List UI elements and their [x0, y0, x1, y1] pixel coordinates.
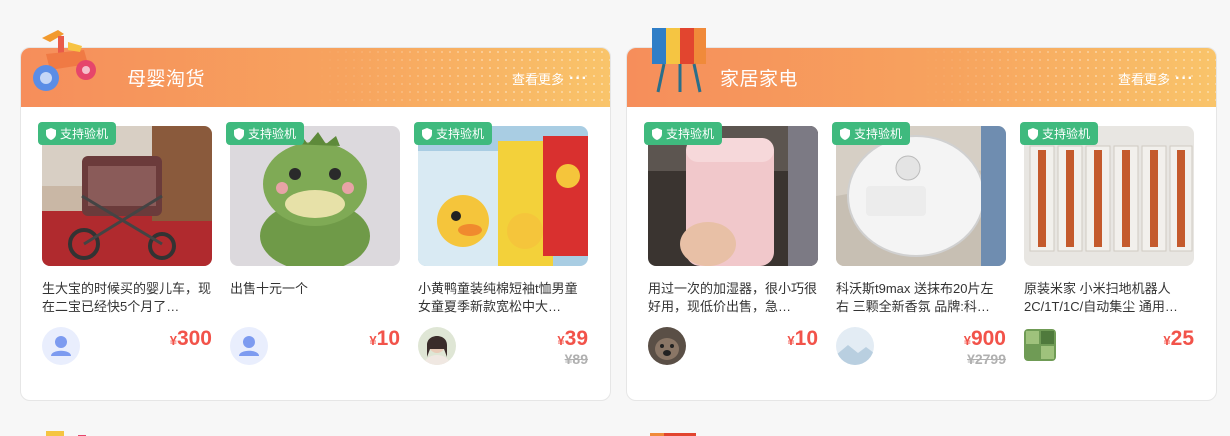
product-description: 生大宝的时候买的婴儿车，现在二宝已经快5个月了… [42, 281, 212, 314]
baby-stroller-photo [42, 126, 212, 266]
green-dinosaur-plush-photo [230, 126, 400, 266]
price-value: 10 [794, 327, 818, 350]
product-description: 科沃斯t9max 送抹布20片左右 三颗全新香氛 品牌:科… [836, 281, 994, 314]
currency-symbol: ¥ [169, 333, 177, 348]
product-card[interactable]: 支持验机 用过一次的加湿器，很小巧很好用，现低价出售，急… ¥10 [644, 122, 818, 367]
product-price: ¥25 [1163, 327, 1194, 351]
product-card[interactable]: 支持验机 原装米家 小米扫地机器人2C/1T/1C/自动集尘 通用… ¥25 [1020, 122, 1194, 367]
currency-symbol: ¥ [1163, 333, 1171, 348]
price-value: 39 [564, 327, 588, 350]
more-dots-icon: ··· [1175, 69, 1194, 87]
product-card[interactable]: 支持验机 小黄鸭童装纯棉短袖t恤男童女童夏季新款宽松中大… ¥39 ¥89 [414, 122, 588, 367]
product-list: 支持验机 生大宝的时候买的婴儿车，现在二宝已经快5个月了… ¥300 支持验机 … [38, 122, 588, 367]
section-header: 母婴淘货 查看更多 ··· [21, 48, 610, 107]
product-price: ¥900 ¥2799 [964, 327, 1006, 367]
see-more-label: 查看更多 [1118, 72, 1171, 87]
currency-symbol: ¥ [557, 333, 565, 348]
girl-photo-avatar[interactable] [418, 327, 456, 365]
product-card[interactable]: 支持验机 生大宝的时候买的婴儿车，现在二宝已经快5个月了… ¥300 [38, 122, 212, 367]
product-card[interactable]: 支持验机 出售十元一个 ¥10 [226, 122, 400, 367]
tricycle-toy-icon [28, 24, 100, 96]
shield-icon [652, 127, 662, 140]
currency-symbol: ¥ [369, 333, 377, 348]
floor-lamp-icon [650, 24, 708, 94]
currency-symbol: ¥ [787, 333, 795, 348]
price-value: 10 [376, 327, 400, 350]
product-price: ¥300 [170, 327, 212, 351]
default-user-avatar[interactable] [230, 327, 268, 365]
badge-label: 支持验机 [60, 127, 109, 141]
product-price: ¥10 [369, 327, 400, 351]
badge-label: 支持验机 [1042, 127, 1091, 141]
currency-symbol: ¥ [963, 333, 971, 348]
dog-photo-avatar[interactable] [648, 327, 686, 365]
product-description: 出售十元一个 [230, 281, 309, 296]
inspection-badge: 支持验机 [644, 122, 723, 145]
badge-label: 支持验机 [248, 127, 297, 141]
section-title: 母婴淘货 [127, 69, 206, 90]
product-price: ¥39 ¥89 [557, 327, 588, 367]
pink-humidifier-photo [648, 126, 818, 266]
inspection-badge: 支持验机 [38, 122, 117, 145]
shield-icon [46, 127, 56, 140]
see-more-label: 查看更多 [512, 72, 565, 87]
inspection-badge: 支持验机 [1020, 122, 1099, 145]
product-description: 小黄鸭童装纯棉短袖t恤男童女童夏季新款宽松中大… [418, 281, 578, 314]
inspection-badge: 支持验机 [226, 122, 305, 145]
product-price: ¥10 [787, 327, 818, 351]
original-price: ¥2799 [967, 351, 1006, 367]
vacuum-brushes-photo [1024, 126, 1194, 266]
robot-vacuum-photo [836, 126, 1006, 266]
badge-label: 支持验机 [666, 127, 715, 141]
inspection-badge: 支持验机 [414, 122, 493, 145]
shield-icon [1028, 127, 1038, 140]
more-dots-icon: ··· [569, 69, 588, 87]
price-value: 900 [970, 327, 1006, 350]
section-home-appliances: 家居家电 查看更多 ··· 支持验机 用过一次的加湿器，很小巧很好用，现低价出售… [626, 47, 1217, 401]
badge-label: 支持验机 [436, 127, 485, 141]
next-section-icon [46, 426, 86, 436]
badge-label: 支持验机 [854, 127, 903, 141]
product-description: 用过一次的加湿器，很小巧很好用，现低价出售，急… [648, 281, 818, 314]
product-description: 原装米家 小米扫地机器人2C/1T/1C/自动集尘 通用… [1024, 281, 1178, 314]
section-title: 家居家电 [720, 69, 799, 90]
green-tile-avatar[interactable] [1024, 329, 1056, 361]
price-value: 300 [176, 327, 212, 350]
default-user-avatar[interactable] [42, 327, 80, 365]
next-section-icon [650, 426, 696, 436]
see-more-link[interactable]: 查看更多 ··· [1118, 69, 1194, 88]
shield-icon [840, 127, 850, 140]
product-card[interactable]: 支持验机 科沃斯t9max 送抹布20片左右 三颗全新香氛 品牌:科… ¥900… [832, 122, 1006, 367]
section-header: 家居家电 查看更多 ··· [627, 48, 1216, 107]
shield-icon [422, 127, 432, 140]
see-more-link[interactable]: 查看更多 ··· [512, 69, 588, 88]
inspection-badge: 支持验机 [832, 122, 911, 145]
original-price: ¥89 [564, 351, 588, 367]
price-value: 25 [1170, 327, 1194, 350]
landscape-photo-avatar[interactable] [836, 327, 874, 365]
section-baby-goods: 母婴淘货 查看更多 ··· 支持验机 生大宝的时候买的婴儿车，现在二宝已经快5个… [20, 47, 611, 401]
shield-icon [234, 127, 244, 140]
product-list: 支持验机 用过一次的加湿器，很小巧很好用，现低价出售，急… ¥10 支持验机 科… [644, 122, 1194, 367]
duck-kids-tshirts-photo [418, 126, 588, 266]
